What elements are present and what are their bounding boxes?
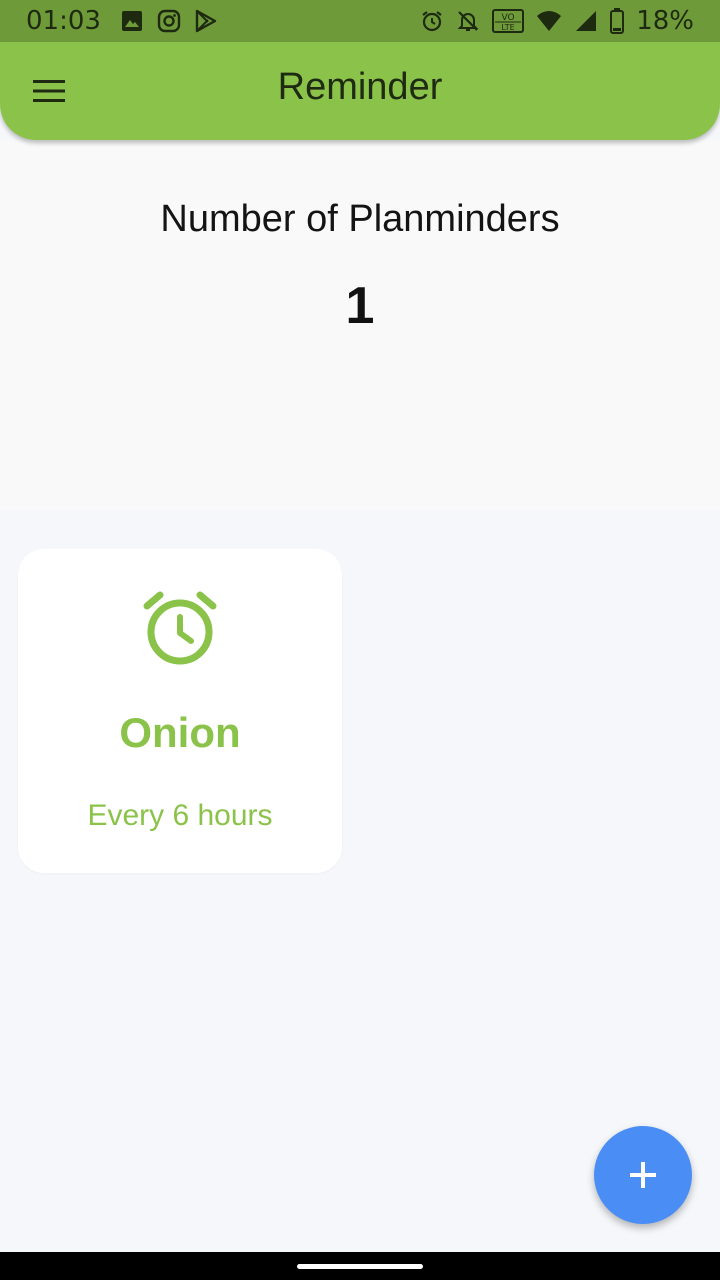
alarm-clock-icon (143, 591, 217, 665)
reminder-frequency: Every 6 hours (87, 799, 273, 832)
play-store-icon (195, 9, 217, 33)
summary-count: 1 (345, 277, 375, 335)
status-bar: 01:03 VO LTE 18% (0, 0, 720, 42)
page-title: Reminder (277, 66, 443, 108)
status-time: 01:03 (26, 6, 101, 36)
notifications-off-icon (456, 9, 480, 33)
plus-icon (630, 1162, 656, 1188)
reminder-card[interactable]: Onion Every 6 hours (18, 549, 342, 873)
summary-label: Number of Planminders (160, 198, 560, 240)
wifi-icon (536, 10, 562, 32)
instagram-icon (157, 9, 181, 33)
battery-icon (610, 8, 625, 34)
reminder-name: Onion (119, 709, 241, 756)
add-reminder-button[interactable] (594, 1126, 692, 1224)
battery-percentage: 18% (636, 6, 694, 36)
home-indicator[interactable] (297, 1264, 423, 1269)
status-system-icons: VO LTE 18% (420, 6, 694, 36)
app-screen: 01:03 VO LTE 18% Reminder Number of Plan… (0, 0, 720, 1280)
app-bar: Reminder (0, 42, 720, 140)
alarm-icon (420, 9, 444, 33)
system-navigation-bar (0, 1252, 720, 1280)
summary-section: Number of Planminders 1 (0, 140, 720, 510)
gallery-icon (121, 10, 143, 32)
volte-label-bottom: LTE (502, 23, 515, 32)
signal-icon (574, 10, 598, 32)
status-notification-icons (121, 9, 217, 33)
volte-icon: VO LTE (492, 9, 525, 33)
